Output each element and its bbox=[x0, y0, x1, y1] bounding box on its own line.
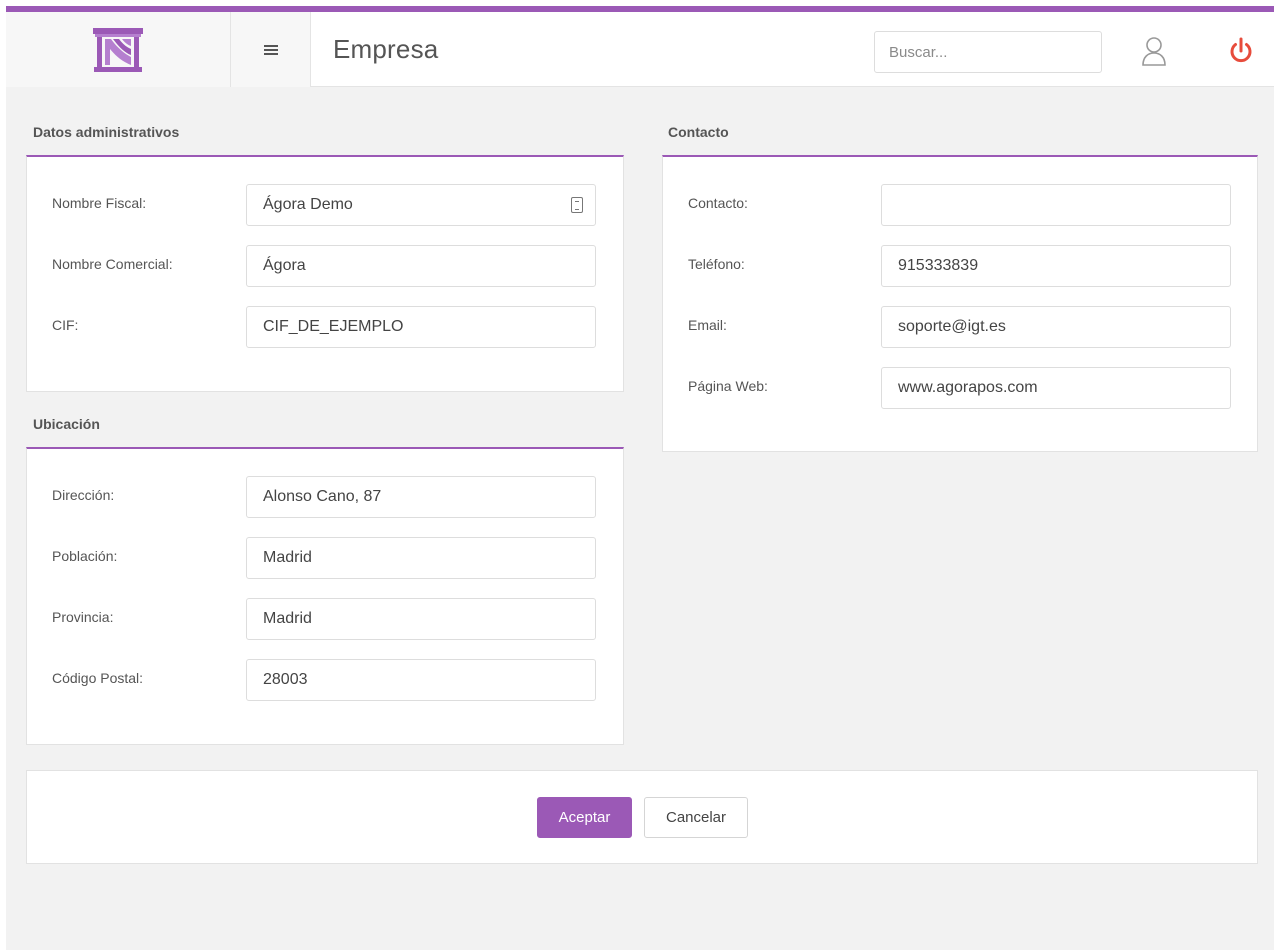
poblacion-value: Madrid bbox=[263, 549, 312, 566]
pagina-web-field[interactable]: www.agorapos.com bbox=[881, 367, 1231, 409]
menu-toggle-button[interactable] bbox=[231, 12, 311, 87]
app-window: Empresa Datos administrativos Nombre Fis… bbox=[6, 6, 1274, 950]
cancel-button[interactable]: Cancelar bbox=[644, 797, 748, 838]
direccion-value: Alonso Cano, 87 bbox=[263, 488, 382, 505]
email-field[interactable]: soporte@igt.es bbox=[881, 306, 1231, 348]
direccion-field[interactable]: Alonso Cano, 87 bbox=[246, 476, 596, 518]
pagina-web-value: www.agorapos.com bbox=[898, 379, 1038, 396]
codigo-postal-field[interactable]: 28003 bbox=[246, 659, 596, 701]
provincia-label: Provincia: bbox=[52, 609, 114, 625]
provincia-field[interactable]: Madrid bbox=[246, 598, 596, 640]
codigo-postal-label: Código Postal: bbox=[52, 670, 144, 686]
columns-logo-icon bbox=[93, 27, 143, 72]
nombre-comercial-field[interactable]: Ágora bbox=[246, 245, 596, 287]
hamburger-icon bbox=[263, 44, 278, 55]
telefono-field[interactable]: 915333839 bbox=[881, 245, 1231, 287]
email-label: Email: bbox=[688, 317, 727, 333]
telefono-value: 915333839 bbox=[898, 257, 979, 274]
direccion-label: Dirección: bbox=[52, 487, 115, 503]
nombre-fiscal-label: Nombre Fiscal: bbox=[52, 195, 147, 211]
cif-label: CIF: bbox=[52, 317, 79, 333]
contact-section-title: Contacto bbox=[668, 124, 729, 140]
search-input[interactable] bbox=[874, 31, 1102, 73]
contacto-field[interactable] bbox=[881, 184, 1231, 226]
top-bar: Empresa bbox=[6, 12, 1274, 87]
location-panel: Dirección: Alonso Cano, 87 Población: Ma… bbox=[26, 447, 624, 745]
user-icon[interactable] bbox=[1141, 36, 1167, 66]
codigo-postal-value: 28003 bbox=[263, 671, 308, 688]
cif-field[interactable]: CIF_DE_EJEMPLO bbox=[246, 306, 596, 348]
nombre-comercial-value: Ágora bbox=[263, 257, 306, 274]
location-section-title: Ubicación bbox=[33, 416, 100, 432]
admin-panel: Nombre Fiscal: Ágora Demo Nombre Comerci… bbox=[26, 155, 624, 392]
contact-panel: Contacto: Teléfono: 915333839 Email: sop… bbox=[662, 155, 1258, 452]
admin-section-title: Datos administrativos bbox=[33, 124, 180, 140]
actions-panel: Aceptar Cancelar bbox=[26, 770, 1258, 864]
contact-card-icon[interactable] bbox=[571, 197, 583, 213]
accept-button[interactable]: Aceptar bbox=[537, 797, 632, 838]
poblacion-field[interactable]: Madrid bbox=[246, 537, 596, 579]
telefono-label: Teléfono: bbox=[688, 256, 745, 272]
power-icon[interactable] bbox=[1228, 36, 1254, 66]
cif-value: CIF_DE_EJEMPLO bbox=[263, 318, 404, 335]
logo[interactable] bbox=[6, 12, 231, 87]
provincia-value: Madrid bbox=[263, 610, 312, 627]
page-title: Empresa bbox=[333, 34, 439, 64]
nombre-comercial-label: Nombre Comercial: bbox=[52, 256, 173, 272]
poblacion-label: Población: bbox=[52, 548, 118, 564]
nombre-fiscal-value: Ágora Demo bbox=[263, 196, 353, 213]
nombre-fiscal-field[interactable]: Ágora Demo bbox=[246, 184, 596, 226]
pagina-web-label: Página Web: bbox=[688, 378, 768, 394]
email-value: soporte@igt.es bbox=[898, 318, 1006, 335]
contacto-label: Contacto: bbox=[688, 195, 748, 211]
